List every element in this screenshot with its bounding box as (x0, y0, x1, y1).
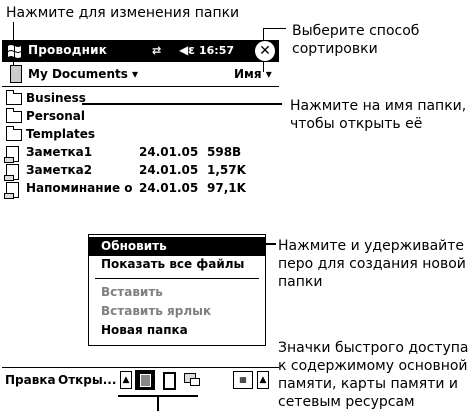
menu-item-show-all-files[interactable]: Показать все файлы (89, 255, 265, 274)
menu-item-new-folder[interactable]: Новая папка (89, 321, 265, 340)
windows-start-icon[interactable] (6, 42, 24, 60)
menu-item-paste-shortcut[interactable]: Вставить ярлык (89, 302, 265, 321)
list-item[interactable]: Напоминание о 24.01.05 97,1K (2, 180, 279, 199)
callout-sort-method: Выберите способ сортировки (292, 23, 420, 57)
keyboard-icon[interactable]: ▦ (233, 371, 253, 389)
close-icon[interactable]: ✕ (255, 41, 275, 61)
list-item[interactable]: Заметка1 24.01.05 598B (2, 144, 279, 163)
command-bar: Правка Откры... ▲ ▦ ▲ (2, 367, 279, 392)
list-item[interactable]: Заметка2 24.01.05 1,57K (2, 162, 279, 181)
folder-device-icon (10, 65, 22, 83)
menu-item-refresh[interactable]: Обновить (89, 237, 265, 256)
callout-change-folder: Нажмите для изменения папки (6, 5, 240, 21)
edit-menu[interactable]: Правка (5, 373, 56, 387)
callout-quick-access: Значки быстрого доступа к содержимому ос… (278, 340, 469, 410)
folder-dropdown[interactable]: My Documents ▾ (28, 67, 138, 81)
storage-card-icon[interactable] (159, 370, 177, 390)
menu-item-paste[interactable]: Вставить (89, 283, 265, 302)
connectivity-icon[interactable]: ⇄ (152, 44, 161, 57)
volume-icon[interactable]: ◀ε (179, 43, 195, 57)
list-item[interactable]: Personal (2, 108, 279, 126)
scroll-left-arrow-icon[interactable]: ▲ (120, 371, 132, 389)
context-menu: Обновить Показать все файлы Вставить Вст… (88, 234, 266, 346)
list-item[interactable]: Templates (2, 126, 279, 144)
list-item[interactable]: Business (2, 90, 279, 108)
explorer-window: Проводник ⇄ ◀ε 16:57 ✕ My Documents ▾ Им… (2, 40, 279, 410)
open-menu[interactable]: Откры... (58, 373, 116, 387)
sort-dropdown[interactable]: Имя ▾ (234, 67, 272, 81)
leader-sort (263, 28, 286, 29)
window-title: Проводник (28, 43, 108, 57)
folder-bar: My Documents ▾ Имя ▾ (2, 62, 279, 87)
menu-separator (95, 278, 259, 279)
callout-folder-name: Нажмите на имя папки, чтобы открыть её (290, 98, 467, 132)
callout-new-folder: Нажмите и удерживайте перо для создания … (278, 238, 466, 290)
input-panel-arrow-icon[interactable]: ▲ (257, 371, 269, 389)
title-bar: Проводник ⇄ ◀ε 16:57 ✕ (2, 40, 279, 62)
main-memory-icon[interactable] (135, 370, 155, 390)
network-icon[interactable] (182, 370, 200, 388)
clock[interactable]: 16:57 (199, 44, 234, 57)
